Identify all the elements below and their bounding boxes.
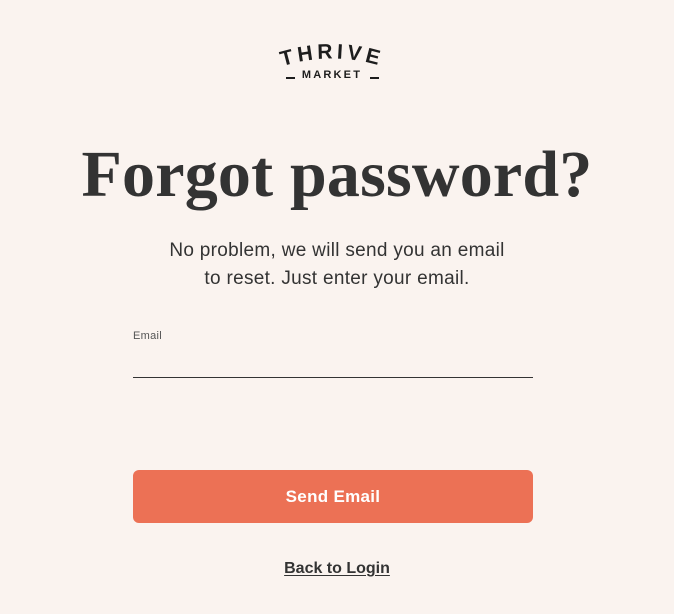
logo-thrive-text: THRIVE <box>278 40 383 70</box>
back-to-login-link[interactable]: Back to Login <box>284 560 390 577</box>
thrive-market-logo[interactable]: THRIVE MARKET <box>274 40 390 86</box>
svg-text:THRIVE: THRIVE <box>278 40 387 70</box>
email-input[interactable] <box>133 350 533 378</box>
page-title: Forgot password? <box>81 138 593 211</box>
subtitle-line-2: to reset. Just enter your email. <box>204 268 470 289</box>
send-email-button[interactable]: Send Email <box>133 470 533 523</box>
email-label: Email <box>133 330 163 342</box>
logo-dash-right <box>370 77 379 79</box>
logo-wordmark: THRIVE <box>278 40 387 70</box>
back-to-login-container: Back to Login <box>0 558 674 580</box>
email-field-group: Email <box>133 330 533 382</box>
logo-market-text: MARKET <box>301 69 363 81</box>
subtitle-line-1: No problem, we will send you an email <box>169 240 505 261</box>
page-subtitle: No problem, we will send you an email to… <box>137 237 537 293</box>
